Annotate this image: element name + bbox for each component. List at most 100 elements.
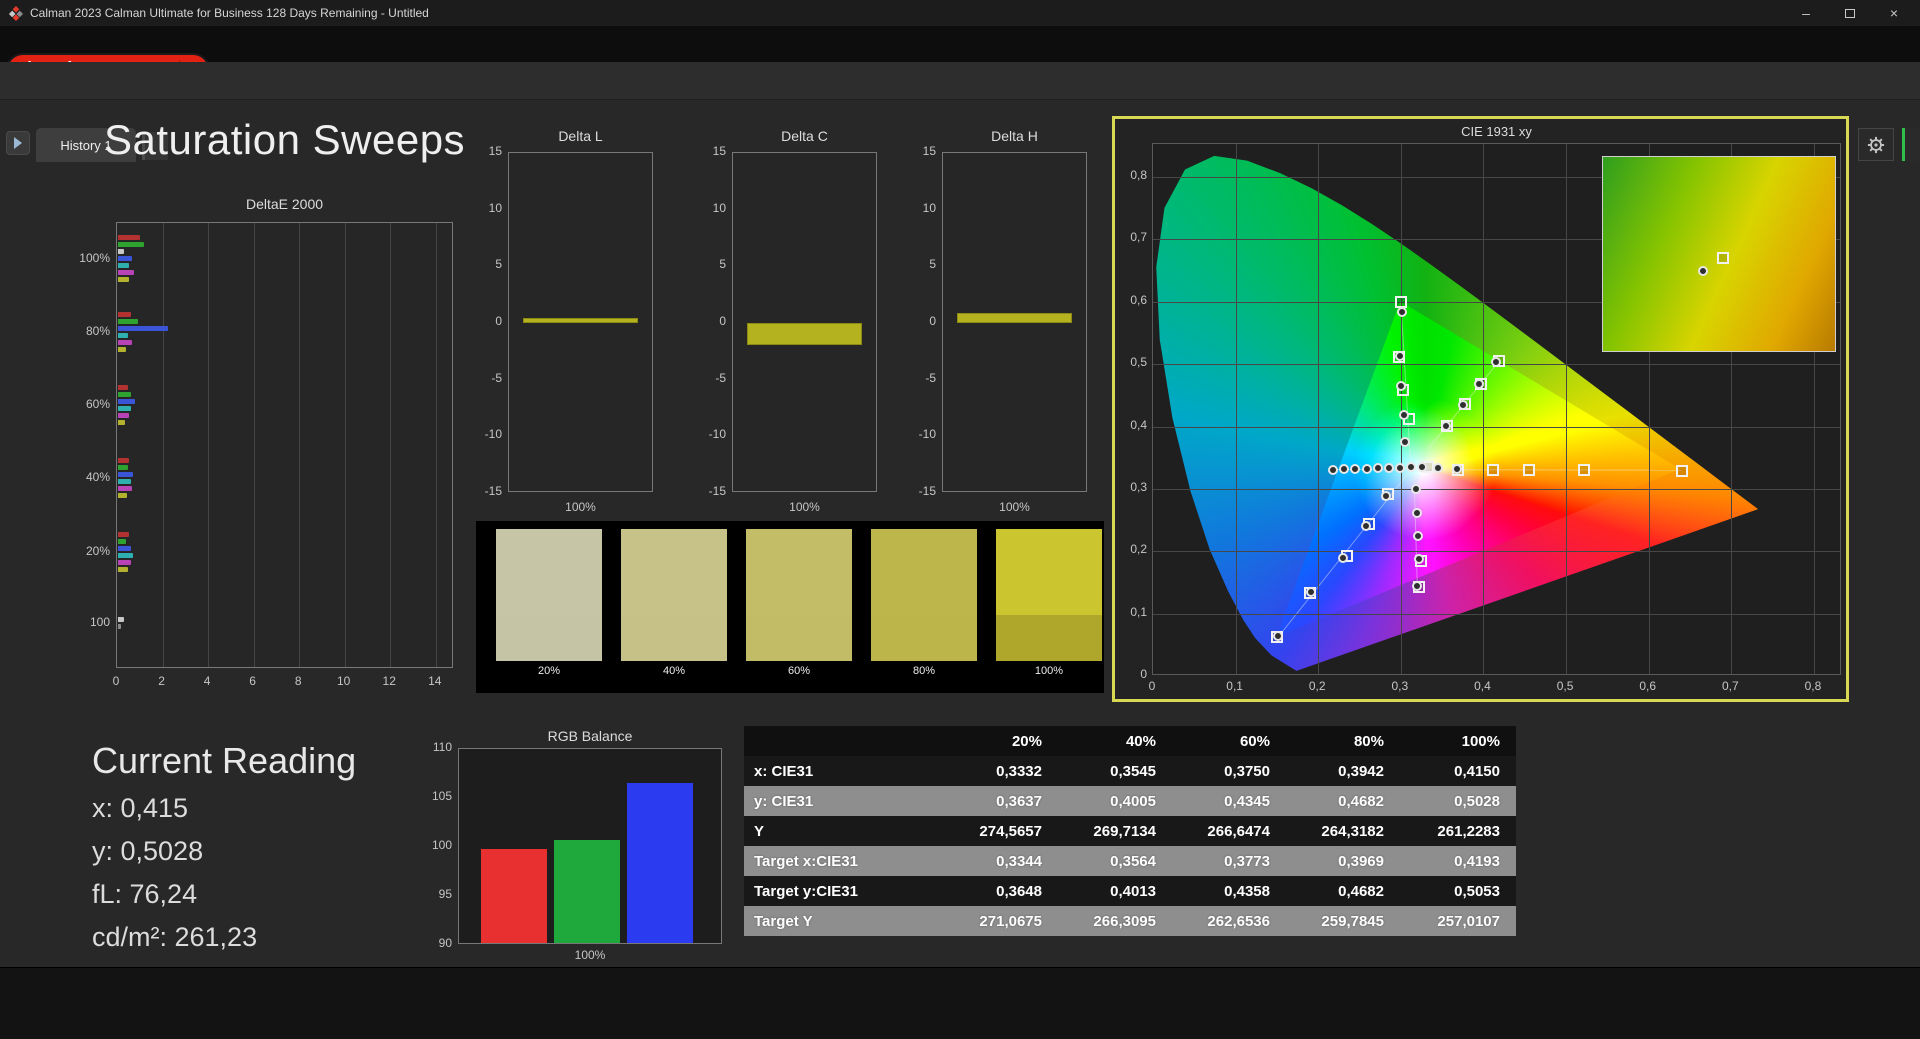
maximize-button[interactable]: [1828, 0, 1872, 26]
table-cell: 262,6536: [1207, 912, 1270, 930]
collapsed-panel-button[interactable]: [1902, 128, 1920, 161]
cie-target-square: [1675, 464, 1688, 477]
gridline: [1318, 144, 1320, 674]
deltae-bar: [118, 391, 131, 397]
chart-title: Delta C: [781, 128, 828, 144]
deltae-bar: [118, 332, 129, 338]
axis-tick-label: -5: [925, 370, 936, 385]
table-cell: 0,4005: [1110, 792, 1156, 810]
settings-button[interactable]: [1858, 128, 1894, 161]
y-axis: 110 105 100 95 90: [400, 726, 452, 966]
delta-l-chart: Delta L 15 10 5 0 -5 -10 -15 100%: [472, 128, 672, 528]
axis-tick-label: 15: [712, 144, 726, 158]
deltae-bar: [118, 617, 124, 623]
gridline: [299, 223, 301, 667]
saturation-swatch-column: 20%: [496, 529, 602, 677]
deltae-bar: [118, 419, 125, 425]
cie-measured-point: [1413, 530, 1424, 541]
actual-swatch: [746, 529, 852, 615]
axis-tick-label: 0,8: [1804, 679, 1822, 693]
table-cell: 0,5028: [1454, 792, 1500, 810]
gridline: [1566, 144, 1568, 674]
axis-tick-label: 6: [249, 674, 256, 688]
current-reading-y: y: 0,5028: [92, 836, 204, 866]
axis-tick-label: 10: [488, 200, 502, 215]
table-cell: Y: [754, 822, 765, 840]
axis-tick-label: 15: [488, 144, 502, 158]
cie-target-square: [1487, 463, 1500, 476]
cie-measured-point: [1383, 463, 1394, 473]
table-cell: 0,3942: [1338, 762, 1384, 780]
deltae-bar: [118, 458, 130, 464]
deltae-bar: [118, 493, 128, 499]
deltae-bar: [118, 339, 132, 345]
table-cell: 264,3182: [1321, 822, 1384, 840]
table-cell: 0,4150: [1454, 762, 1500, 780]
plot-area: [942, 152, 1087, 492]
axis-tick-label: 20%: [85, 544, 110, 559]
cie-target-square: [1522, 463, 1535, 476]
table-header-cell: 40%: [1058, 726, 1172, 756]
deltae-bar: [118, 405, 131, 411]
axis-tick-label: 5: [929, 257, 936, 272]
table-cell: 257,0107: [1437, 912, 1500, 930]
gridline: [1235, 144, 1237, 674]
minimize-button[interactable]: –: [1784, 0, 1828, 26]
results-table-header: 20% 40% 60% 80% 100%: [744, 726, 1516, 756]
gridline: [1153, 488, 1840, 490]
axis-tick-label: 0,3: [1130, 479, 1147, 494]
axis-tick-label: 110: [432, 740, 452, 754]
table-row: Y 274,5657 269,7134 266,6474 264,3182 261,228…: [744, 816, 1516, 846]
axis-tick-label: 10: [337, 674, 351, 688]
axis-tick-label: 40%: [85, 470, 110, 485]
deltae-bar: [118, 532, 130, 538]
cie-measured-point: [1338, 552, 1348, 563]
cie-measured-point: [1396, 380, 1407, 391]
axis-tick-label: 15: [922, 144, 936, 158]
gridline: [344, 223, 346, 667]
deltae-bar: [118, 270, 134, 276]
swatch-label: 100%: [1034, 665, 1064, 677]
cie-measured-point: [1410, 483, 1421, 494]
axis-tick-label: 0,7: [1130, 230, 1147, 245]
cie-measured-point: [1457, 400, 1468, 410]
layout-nav-arrow-button[interactable]: [6, 131, 30, 155]
table-cell: 0,3344: [996, 852, 1042, 870]
gridline: [435, 223, 437, 667]
x-axis-label: 100%: [574, 948, 606, 962]
deltae-bar: [118, 539, 126, 545]
cie-target-square: [1578, 463, 1591, 476]
axis-tick-label: 0: [929, 314, 936, 328]
table-cell: 0,4013: [1110, 882, 1156, 900]
delta-bar: [523, 318, 638, 323]
deltae-bar: [118, 384, 129, 390]
x-axis-label: 100%: [999, 500, 1030, 514]
deltae-bar: [118, 567, 129, 573]
plot-area: [508, 152, 653, 492]
table-cell: 0,3648: [996, 882, 1042, 900]
deltae-bar: [118, 412, 130, 418]
axis-tick-label: 0,2: [1130, 542, 1147, 557]
gridline: [1153, 613, 1840, 615]
axis-tick-label: 0,5: [1556, 679, 1574, 693]
table-cell: 271,0675: [979, 912, 1042, 930]
axis-tick-label: 100%: [79, 250, 110, 265]
table-cell: 261,2283: [1437, 822, 1500, 840]
maximize-icon: [1845, 8, 1855, 18]
chart-title: RGB Balance: [547, 728, 633, 744]
axis-tick-label: 10: [922, 200, 936, 215]
axis-tick-label: 0,2: [1308, 679, 1326, 693]
cie-target-square: [1394, 295, 1407, 308]
cie-measured-point: [1328, 464, 1339, 475]
chart-title: Delta L: [558, 128, 603, 144]
close-button[interactable]: ×: [1872, 0, 1916, 26]
chart-title: CIE 1931 xy: [1461, 124, 1532, 139]
current-reading-fl: fL: 76,24: [92, 879, 198, 909]
axis-tick-label: 80%: [85, 323, 110, 338]
cie-measured-point: [1452, 463, 1463, 474]
axis-tick-label: 90: [438, 936, 452, 950]
table-cell: 274,5657: [979, 822, 1042, 840]
cie-measured-point: [1473, 378, 1484, 389]
actual-swatch: [871, 529, 977, 615]
deltae-bar: [118, 235, 140, 241]
